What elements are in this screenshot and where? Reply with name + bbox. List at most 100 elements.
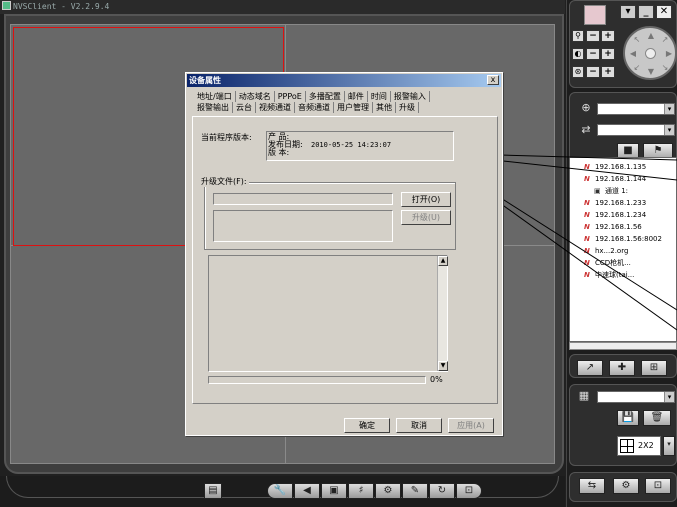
- tab-row1-6[interactable]: 报警输入: [391, 91, 430, 102]
- ptz-down-icon[interactable]: ▼: [645, 66, 657, 78]
- iris-minus-button[interactable]: −: [586, 66, 600, 78]
- tab-row1-3[interactable]: 多播配置: [306, 91, 345, 102]
- menu-icon[interactable]: ▾: [620, 5, 636, 19]
- tabs-row-1: 地址/端口 动态域名 PPPoE 多播配置 邮件 时间 报警输入: [194, 91, 430, 102]
- bottom-toolbar: ▤ 🔧 ◀︎ ▣ ♯ ⚙ ✎ ↻ ⊡: [0, 476, 565, 507]
- iris-icon: ⊛: [572, 66, 584, 78]
- progress-percent: 0%: [430, 375, 443, 384]
- tree-device-item[interactable]: Nhx...2.org: [584, 246, 628, 256]
- upgrade-file-label: 升级文件(F):: [201, 177, 249, 187]
- tab-row1-1[interactable]: 动态域名: [236, 91, 275, 102]
- tree-device-item[interactable]: N 192.168.1.234: [584, 210, 646, 220]
- upgrade-file-input[interactable]: [213, 193, 393, 205]
- settings-wrench-icon[interactable]: 🔧: [267, 483, 293, 499]
- zoom-minus-button[interactable]: −: [586, 30, 600, 42]
- cruise-select[interactable]: ▾: [597, 124, 675, 136]
- refresh-icon[interactable]: ↻: [429, 483, 455, 499]
- fullscreen-icon[interactable]: ⊡: [456, 483, 482, 499]
- log-scrollbar[interactable]: ▲ ▼: [437, 256, 448, 371]
- device-properties-dialog: 设备属性 x 地址/端口 动态域名 PPPoE 多播配置 邮件 时间 报警输入 报警输出 云台…: [185, 72, 503, 436]
- device-icon: N: [584, 199, 590, 207]
- tab-row1-4[interactable]: 邮件: [345, 91, 368, 102]
- upgrade-file-info: [213, 210, 393, 242]
- volume-icon[interactable]: ◀︎: [294, 483, 320, 499]
- cancel-button[interactable]: 取消: [396, 418, 442, 433]
- exit-icon[interactable]: ⊡: [645, 478, 671, 494]
- tree-device-item[interactable]: N 中速球(tai...: [584, 270, 634, 280]
- close-app-icon[interactable]: ✕: [656, 5, 672, 19]
- scroll-up-icon[interactable]: ▲: [438, 256, 448, 266]
- device-settings-icon[interactable]: ⊞: [641, 360, 667, 376]
- tools-icon[interactable]: ⚙: [375, 483, 401, 499]
- tree-channel-item[interactable]: ▣ 通道 1:: [594, 186, 628, 196]
- tab-row2-5[interactable]: 其他: [373, 102, 396, 113]
- ptz-direction-pad[interactable]: ↖ ▲ ↗ ◀ ▶ ↙ ▼ ↘: [623, 26, 677, 80]
- focus-plus-button[interactable]: +: [601, 48, 615, 60]
- device-icon: N: [584, 271, 590, 279]
- ok-button[interactable]: 确定: [344, 418, 390, 433]
- record-icon[interactable]: ▣: [321, 483, 347, 499]
- tab-row2-6[interactable]: 升级: [396, 102, 419, 113]
- tree-device-item[interactable]: N 192.168.1.56:8002: [584, 234, 662, 244]
- device-tree[interactable]: N 192.168.1.135 N 192.168.1.144 ▣ 通道 1: N 192.1…: [569, 157, 677, 342]
- grid-icon: [620, 439, 634, 453]
- device-icon: N: [584, 175, 590, 183]
- upgrade-progress-bar: [208, 376, 426, 384]
- document-button[interactable]: ▤: [204, 483, 222, 499]
- upgrade-button[interactable]: 升级(U): [401, 210, 451, 225]
- add-device-icon[interactable]: ✚: [609, 360, 635, 376]
- network-icon[interactable]: ⇆: [579, 478, 605, 494]
- ptz-down-left-icon[interactable]: ↙: [631, 62, 643, 74]
- layout-label: 2X2: [638, 441, 654, 450]
- color-swatch[interactable]: [584, 5, 606, 25]
- tab-row2-1[interactable]: 云台: [233, 102, 256, 113]
- version-number-label: 版 本:: [268, 148, 290, 157]
- connect-icon[interactable]: ↗: [577, 360, 603, 376]
- tree-device-item[interactable]: N CCD枪机...: [584, 258, 631, 268]
- minimize-icon[interactable]: _: [638, 5, 654, 19]
- device-icon: N: [584, 163, 590, 171]
- tab-row1-5[interactable]: 时间: [368, 91, 391, 102]
- preset-select[interactable]: ▾: [597, 103, 675, 115]
- ptz-right-icon[interactable]: ▶: [663, 48, 675, 60]
- microphone-icon[interactable]: ♯: [348, 483, 374, 499]
- dialog-titlebar[interactable]: 设备属性: [187, 74, 501, 87]
- iris-plus-button[interactable]: +: [601, 66, 615, 78]
- delete-icon[interactable]: 🗑: [643, 410, 671, 426]
- tree-device-item[interactable]: N 192.168.1.233: [584, 198, 646, 208]
- iris-control: ⊛ − +: [572, 66, 616, 78]
- release-date-value: 2010-05-25 14:23:07: [311, 141, 392, 149]
- apply-button[interactable]: 应用(A): [448, 418, 494, 433]
- tree-device-item[interactable]: N 192.168.1.144: [584, 174, 646, 184]
- app-titlebar: NVSClient - V2.2.9.4: [0, 0, 565, 14]
- layout-dropdown-icon[interactable]: ▾: [663, 436, 675, 456]
- tab-row2-2[interactable]: 视频通道: [256, 102, 295, 113]
- scroll-down-icon[interactable]: ▼: [438, 361, 448, 371]
- tab-row2-4[interactable]: 用户管理: [334, 102, 373, 113]
- ptz-left-icon[interactable]: ◀: [627, 48, 639, 60]
- tab-row1-2[interactable]: PPPoE: [275, 91, 306, 102]
- tabs-row-2: 报警输出 云台 视频通道 音频通道 用户管理 其他 升级: [194, 102, 419, 113]
- save-icon[interactable]: 💾: [617, 410, 639, 426]
- tab-row2-0[interactable]: 报警输出: [194, 102, 233, 113]
- system-settings-icon[interactable]: ⚙: [613, 478, 639, 494]
- dialog-close-button[interactable]: x: [487, 75, 499, 85]
- layout-select[interactable]: ▾: [597, 391, 675, 403]
- ptz-up-right-icon[interactable]: ↗: [659, 34, 671, 46]
- tree-scrollbar[interactable]: [569, 342, 677, 350]
- zoom-plus-button[interactable]: +: [601, 30, 615, 42]
- tree-device-item[interactable]: N 192.168.1.135: [584, 162, 646, 172]
- config-icon[interactable]: ✎: [402, 483, 428, 499]
- ptz-up-left-icon[interactable]: ↖: [631, 34, 643, 46]
- app-window: NVSClient - V2.2.9.4 ▤ 🔧 ◀︎ ▣ ♯ ⚙ ✎ ↻ ⊡ …: [0, 0, 677, 507]
- tab-row1-0[interactable]: 地址/端口: [194, 91, 236, 102]
- ptz-up-icon[interactable]: ▲: [645, 30, 657, 42]
- tree-device-item[interactable]: N 192.168.1.56: [584, 222, 642, 232]
- open-file-button[interactable]: 打开(O): [401, 192, 451, 207]
- ptz-down-right-icon[interactable]: ↘: [659, 62, 671, 74]
- ptz-center-button[interactable]: [645, 48, 656, 59]
- focus-minus-button[interactable]: −: [586, 48, 600, 60]
- tab-row2-3[interactable]: 音频通道: [295, 102, 334, 113]
- upgrade-log[interactable]: ▲ ▼: [208, 255, 448, 372]
- cruise-icon: ⇄: [581, 123, 591, 136]
